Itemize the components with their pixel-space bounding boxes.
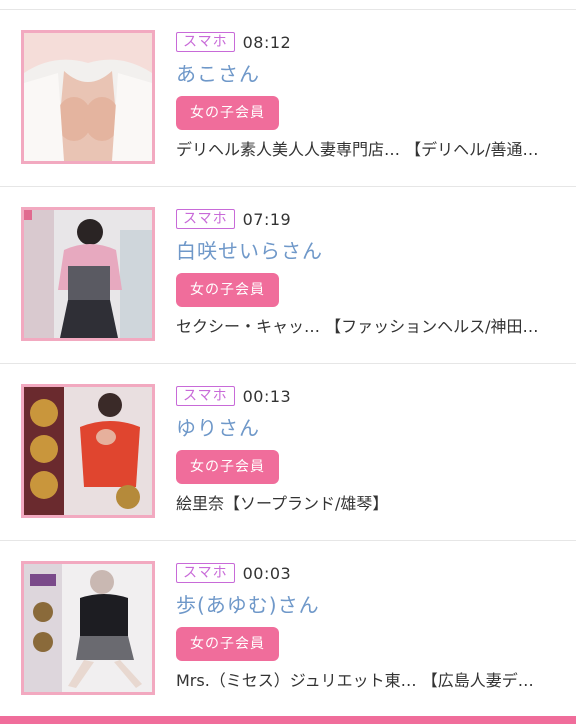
device-tag: スマホ — [176, 563, 235, 583]
post-time: 00:13 — [242, 386, 292, 406]
profile-thumbnail[interactable] — [21, 384, 155, 518]
shop-info[interactable]: デリヘル素人美人人妻専門店… 【デリヘル/善通… — [176, 139, 576, 161]
list-item[interactable]: スマホ 07:19 白咲せいらさん 女の子会員 セクシー・キャッ… 【ファッショ… — [0, 187, 576, 364]
shop-info[interactable]: セクシー・キャッ… 【ファッションヘルス/神田… — [176, 316, 576, 338]
profile-thumbnail[interactable] — [21, 207, 155, 341]
bottom-accent-bar — [0, 716, 576, 724]
diary-list: スマホ 08:12 あこさん 女の子会員 デリヘル素人美人人妻専門店… 【デリヘ… — [0, 10, 576, 718]
post-time: 07:19 — [242, 209, 292, 229]
profile-thumbnail[interactable] — [21, 30, 155, 164]
member-badge: 女の子会員 — [176, 627, 279, 661]
device-tag: スマホ — [176, 209, 235, 229]
member-badge: 女の子会員 — [176, 273, 279, 307]
post-time: 00:03 — [242, 563, 292, 583]
shop-info[interactable]: Mrs.（ミセス）ジュリエット東… 【広島人妻デ… — [176, 670, 576, 692]
shop-info[interactable]: 絵里奈【ソープランド/雄琴】 — [176, 493, 576, 515]
profile-thumbnail[interactable] — [21, 561, 155, 695]
girl-name-link[interactable]: ゆりさん — [176, 415, 576, 441]
member-badge: 女の子会員 — [176, 450, 279, 484]
member-badge: 女の子会員 — [176, 96, 279, 130]
post-time: 08:12 — [242, 32, 292, 52]
top-divider — [0, 0, 576, 10]
girl-name-link[interactable]: あこさん — [176, 61, 576, 87]
girl-name-link[interactable]: 歩(あゆむ)さん — [176, 592, 576, 618]
girl-name-link[interactable]: 白咲せいらさん — [176, 238, 576, 264]
device-tag: スマホ — [176, 32, 235, 52]
list-item[interactable]: スマホ 08:12 あこさん 女の子会員 デリヘル素人美人人妻専門店… 【デリヘ… — [0, 10, 576, 187]
device-tag: スマホ — [176, 386, 235, 406]
list-item[interactable]: スマホ 00:13 ゆりさん 女の子会員 絵里奈【ソープランド/雄琴】 — [0, 364, 576, 541]
list-item[interactable]: スマホ 00:03 歩(あゆむ)さん 女の子会員 Mrs.（ミセス）ジュリエット… — [0, 541, 576, 718]
